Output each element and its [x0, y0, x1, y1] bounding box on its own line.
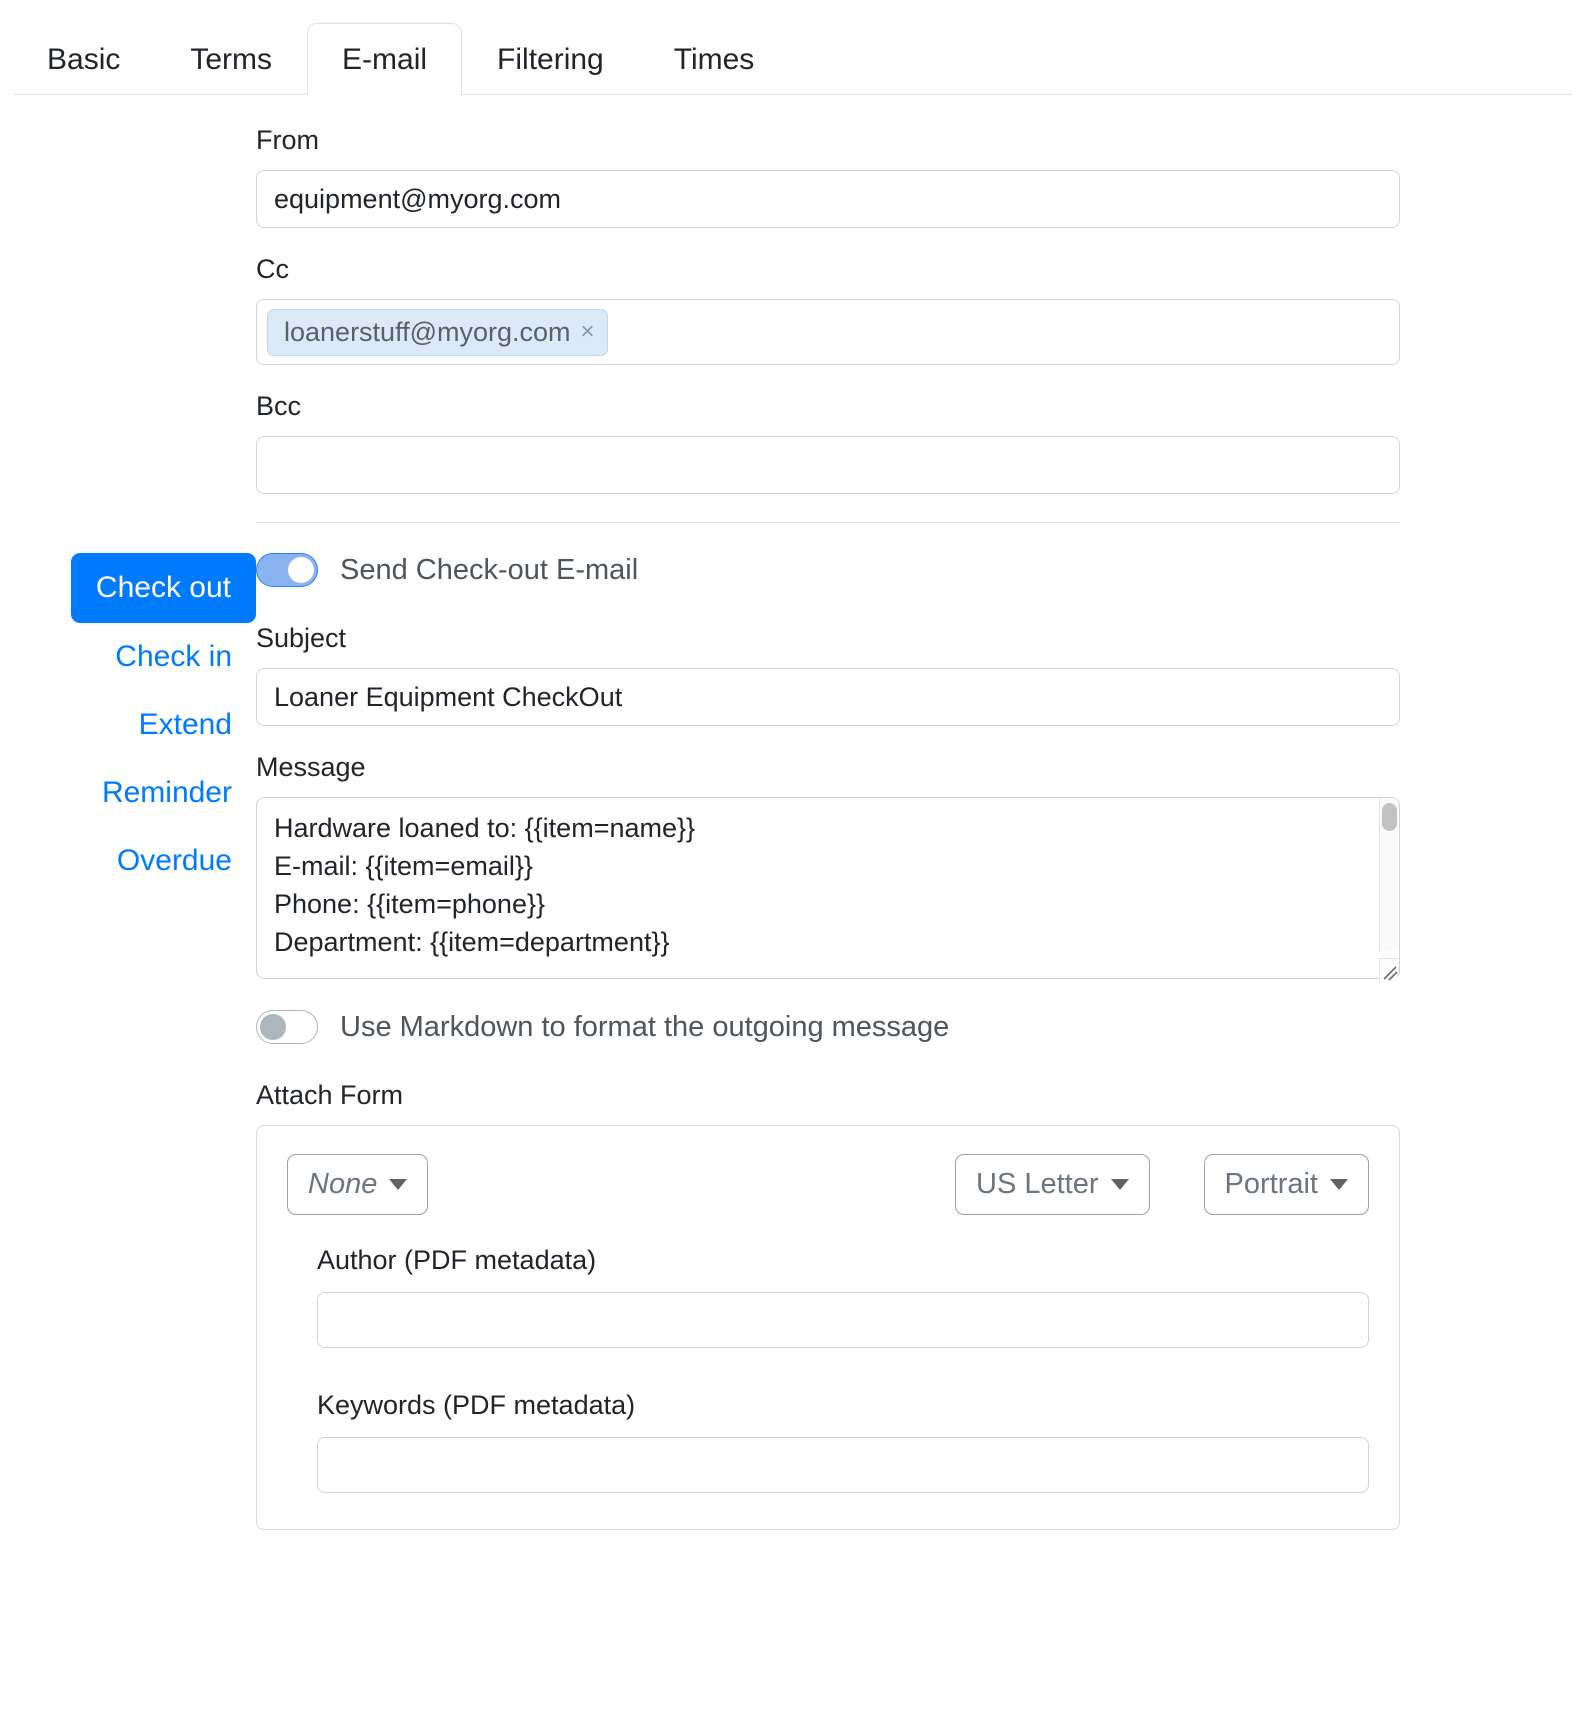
- sidebar-item-check-out[interactable]: Check out: [70, 553, 256, 623]
- email-type-sidebar: Check out Check in Extend Reminder Overd…: [14, 553, 256, 1530]
- cc-recipient-chip[interactable]: loanerstuff@myorg.com ×: [267, 308, 608, 356]
- markdown-toggle[interactable]: [256, 1010, 318, 1044]
- email-settings-panel: Send Check-out E-mail Subject Message Ha…: [256, 553, 1400, 1530]
- sidebar-item-extend[interactable]: Extend: [115, 691, 256, 759]
- markdown-toggle-row: Use Markdown to format the outgoing mess…: [256, 1010, 1400, 1044]
- paper-size-value: US Letter: [976, 1168, 1099, 1200]
- cc-recipient-label: loanerstuff@myorg.com: [284, 316, 571, 347]
- cc-field-group: Cc loanerstuff@myorg.com ×: [256, 254, 1400, 365]
- orientation-dropdown[interactable]: Portrait: [1203, 1154, 1369, 1215]
- form-select-value: None: [308, 1168, 378, 1200]
- message-wrapper: Hardware loaned to: {{item=name}} E-mail…: [256, 797, 1400, 984]
- tab-times[interactable]: Times: [639, 23, 790, 95]
- from-input[interactable]: [256, 170, 1400, 228]
- email-header-form: From Cc loanerstuff@myorg.com × Bcc: [0, 95, 1572, 523]
- message-scrollbar[interactable]: [1379, 799, 1398, 951]
- resize-handle-icon[interactable]: [1379, 958, 1398, 982]
- chevron-down-icon: [389, 1179, 408, 1190]
- message-textarea[interactable]: Hardware loaned to: {{item=name}} E-mail…: [256, 797, 1400, 979]
- keywords-label: Keywords (PDF metadata): [317, 1390, 636, 1420]
- attach-form-panel: None US Letter Portrait Author (PDF meta…: [256, 1125, 1400, 1530]
- bcc-field-group: Bcc: [256, 391, 1400, 494]
- sidebar-item-check-in[interactable]: Check in: [91, 623, 256, 691]
- from-label: From: [256, 125, 319, 155]
- subject-input[interactable]: [256, 668, 1400, 726]
- tab-email[interactable]: E-mail: [307, 23, 463, 95]
- layout-spacer: [287, 1348, 1369, 1390]
- attach-form-controls: None US Letter Portrait: [287, 1154, 1369, 1215]
- message-field-group: Message Hardware loaned to: {{item=name}…: [256, 752, 1400, 984]
- bcc-input[interactable]: [256, 436, 1400, 494]
- from-field-group: From: [256, 125, 1400, 228]
- markdown-toggle-label: Use Markdown to format the outgoing mess…: [340, 1010, 950, 1043]
- message-scrollbar-thumb[interactable]: [1382, 803, 1397, 831]
- send-email-toggle-label: Send Check-out E-mail: [340, 553, 639, 586]
- tab-filtering[interactable]: Filtering: [462, 23, 639, 95]
- tab-bar: Basic Terms E-mail Filtering Times: [0, 0, 1572, 95]
- subject-field-group: Subject: [256, 623, 1400, 726]
- keywords-field-group: Keywords (PDF metadata): [287, 1390, 1369, 1493]
- cc-label: Cc: [256, 254, 289, 284]
- sidebar-item-overdue[interactable]: Overdue: [93, 827, 256, 895]
- keywords-input[interactable]: [317, 1437, 1369, 1493]
- chevron-down-icon: [1330, 1179, 1348, 1190]
- cc-input[interactable]: loanerstuff@myorg.com ×: [256, 299, 1400, 365]
- toggle-knob: [260, 1014, 286, 1040]
- orientation-value: Portrait: [1224, 1168, 1318, 1200]
- paper-size-dropdown[interactable]: US Letter: [955, 1154, 1150, 1215]
- email-type-split: Check out Check in Extend Reminder Overd…: [0, 523, 1572, 1530]
- tab-terms[interactable]: Terms: [155, 23, 307, 95]
- close-icon[interactable]: ×: [581, 320, 595, 344]
- bcc-label: Bcc: [256, 391, 302, 421]
- message-label: Message: [256, 752, 366, 782]
- author-field-group: Author (PDF metadata): [287, 1245, 1369, 1348]
- send-email-toggle-row: Send Check-out E-mail: [256, 553, 1400, 587]
- author-label: Author (PDF metadata): [317, 1245, 597, 1275]
- toggle-knob: [288, 557, 314, 583]
- tab-basic[interactable]: Basic: [12, 23, 155, 95]
- send-email-toggle[interactable]: [256, 553, 318, 587]
- subject-label: Subject: [256, 623, 347, 653]
- author-input[interactable]: [317, 1292, 1369, 1348]
- sidebar-item-reminder[interactable]: Reminder: [78, 759, 256, 827]
- attach-form-label: Attach Form: [256, 1080, 404, 1110]
- form-select-dropdown[interactable]: None: [287, 1154, 429, 1215]
- chevron-down-icon: [1110, 1179, 1129, 1190]
